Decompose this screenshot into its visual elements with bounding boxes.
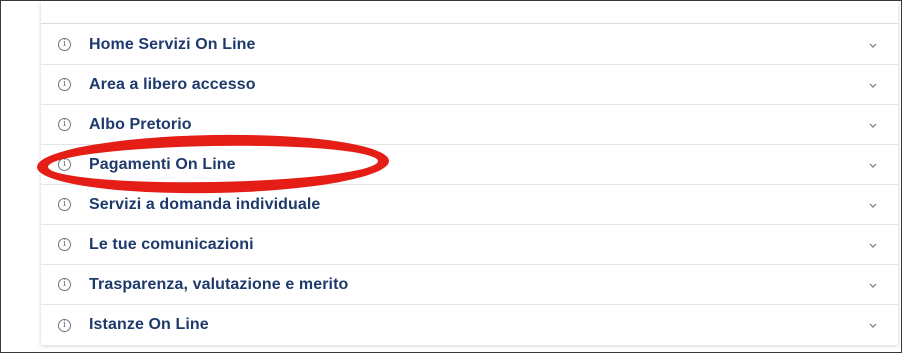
info-icon[interactable]: i [58,198,71,211]
accordion-item-label: Home Servizi On Line [89,35,256,53]
accordion-item-label: Albo Pretorio [89,115,192,133]
services-accordion: i Home Servizi On Line i Area a libero a… [41,1,898,345]
accordion-item-label: Istanze On Line [89,316,209,333]
info-icon[interactable]: i [58,238,71,251]
info-icon[interactable]: i [58,38,71,51]
accordion-item-le-tue-comunicazioni[interactable]: i Le tue comunicazioni [41,225,898,265]
screenshot-frame: i Home Servizi On Line i Area a libero a… [0,0,902,353]
accordion-item-label: Pagamenti On Line [89,155,236,173]
info-icon[interactable]: i [58,78,71,91]
chevron-down-icon[interactable] [868,41,878,49]
chevron-down-icon[interactable] [868,201,878,209]
accordion-item-pagamenti-on-line[interactable]: i Pagamenti On Line [41,145,898,185]
accordion-item-label: Trasparenza, valutazione e merito [89,275,349,293]
accordion-item-servizi-domanda-individuale[interactable]: i Servizi a domanda individuale [41,185,898,225]
chevron-down-icon[interactable] [868,121,878,129]
accordion-item-albo-pretorio[interactable]: i Albo Pretorio [41,105,898,145]
accordion-item-area-libero-accesso[interactable]: i Area a libero accesso [41,65,898,105]
info-icon[interactable]: i [58,278,71,291]
chevron-down-icon[interactable] [868,241,878,249]
info-icon[interactable]: i [58,318,71,332]
chevron-down-icon[interactable] [868,81,878,89]
accordion-item-istanze-on-line[interactable]: i Istanze On Line [41,305,898,345]
accordion-item-trasparenza[interactable]: i Trasparenza, valutazione e merito [41,265,898,305]
accordion-item-label: Le tue comunicazioni [89,235,254,253]
info-icon[interactable]: i [58,118,71,131]
accordion-item-label: Area a libero accesso [89,75,256,93]
chevron-down-icon[interactable] [868,161,878,169]
chevron-down-icon[interactable] [868,321,878,329]
accordion-item-label: Servizi a domanda individuale [89,195,321,213]
info-icon[interactable]: i [58,158,71,171]
accordion-item-home-servizi-on-line[interactable]: i Home Servizi On Line [41,25,898,65]
accordion-top-border [41,23,898,24]
chevron-down-icon[interactable] [868,281,878,289]
